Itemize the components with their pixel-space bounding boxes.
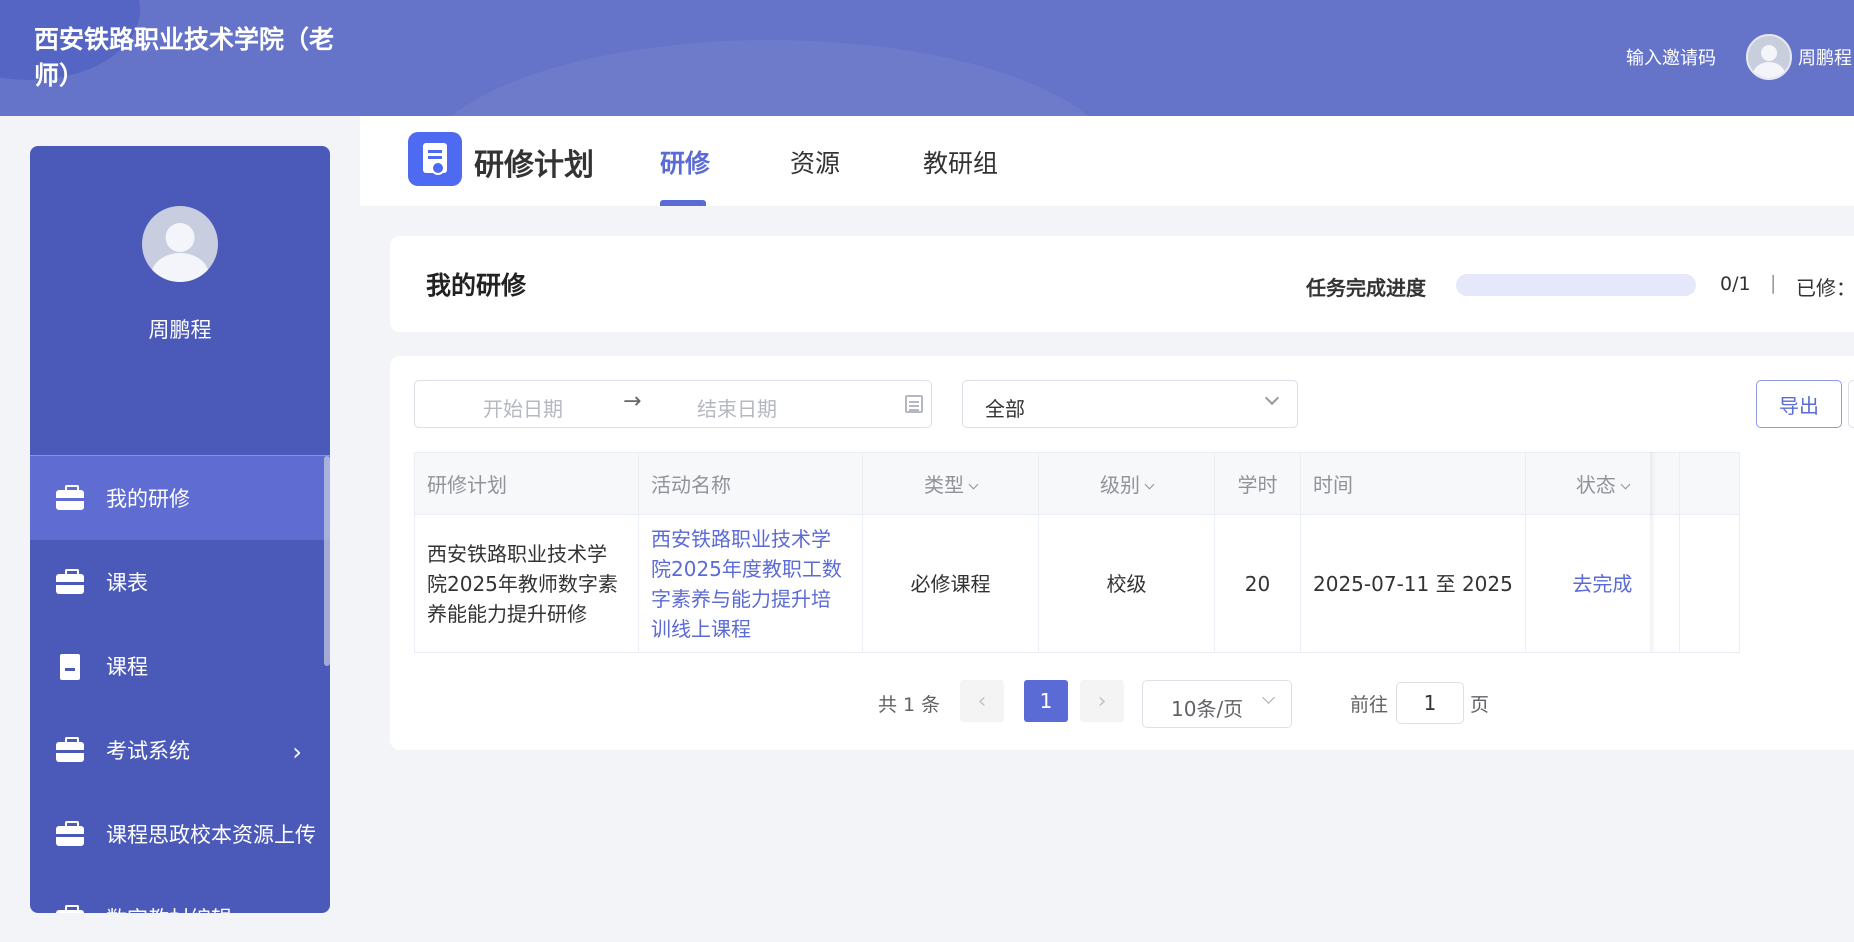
page-title: 研修计划 [474,148,594,183]
active-tab-indicator [660,200,706,206]
sidebar-item-label: 课程思政校本资源上传 [106,823,316,847]
column-header-status[interactable]: 状态 [1524,452,1680,515]
school-title: 西安铁路职业技术学院（老师） [34,25,335,90]
chevron-right-icon: › [292,738,302,766]
sidebar-item-textbook-edit[interactable]: 数字教材编辑 [30,876,330,913]
my-training-summary: 我的研修 任务完成进度 0/1 | 已修： [390,236,1854,332]
bookmark-icon [56,654,84,680]
cell-level: 校级 [1038,514,1215,653]
cell-plan: 西安铁路职业技术学院2025年教师数字素养能能力提升研修 [414,514,639,653]
type-filter-select[interactable]: 全部 [962,380,1298,428]
sidebar-item-label: 数字教材编辑 [106,903,232,913]
briefcase-icon [56,569,84,594]
sidebar-item-label: 课表 [106,571,148,595]
task-progress-bar [1456,274,1696,296]
sort-chevron-icon [968,479,979,490]
column-header-hours: 学时 [1214,452,1301,515]
page-suffix: 页 [1470,694,1490,716]
calendar-icon [905,395,923,413]
go-complete-link[interactable]: 去完成 [1524,514,1680,653]
progress-value: 0/1 [1720,273,1751,295]
sort-chevron-icon [1144,479,1155,490]
column-header-plan: 研修计划 [414,452,639,515]
profile-name: 周鹏程 [148,318,212,342]
briefcase-icon [56,905,84,913]
column-header-time: 时间 [1300,452,1526,515]
cell-type: 必修课程 [862,514,1039,653]
column-header-label: 状态 [1575,473,1616,497]
end-date-input[interactable]: 结束日期 [697,393,777,422]
tab-research-group[interactable]: 教研组 [923,144,998,180]
pagination-total: 共 1 条 [878,694,941,716]
tab-training[interactable]: 研修 [660,144,710,180]
sidebar-item-exam-system[interactable]: 考试系统 › [30,708,330,792]
header-username[interactable]: 周鹏程 [1798,44,1852,70]
training-plan-icon [408,132,462,186]
sidebar-item-label: 考试系统 [106,739,190,763]
top-header: 西安铁路职业技术学院（老师） 输入邀请码 周鹏程 [0,0,1854,116]
export-button[interactable]: 导出 [1756,380,1842,428]
section-title: 我的研修 [426,271,527,300]
invite-code-link[interactable]: 输入邀请码 [1626,44,1716,70]
training-table: 研修计划 活动名称 类型 级别 学时 时间 状态 西安铁路职业技术学院2025年… [414,452,1740,653]
column-header-label: 级别 [1100,473,1140,497]
cell-time: 2025-07-11 至 2025 [1300,514,1526,653]
chevron-down-icon [1262,691,1275,704]
prev-page-button[interactable]: ‹ [960,680,1004,722]
progress-label: 任务完成进度 [1306,276,1426,300]
date-range-picker[interactable]: 开始日期 → 结束日期 [414,380,932,428]
sidebar-item-resource-upload[interactable]: 课程思政校本资源上传 [30,792,330,876]
briefcase-icon [56,485,84,510]
column-header-level[interactable]: 级别 [1038,452,1215,515]
header-avatar[interactable] [1746,34,1792,80]
fixed-column-shadow [1650,452,1656,652]
column-header-label: 类型 [924,473,964,497]
user-avatar-icon [142,206,218,282]
user-avatar-icon [1748,36,1790,78]
sidebar-profile: 周鹏程 [30,146,330,456]
table-row: 西安铁路职业技术学院2025年教师数字素养能能力提升研修 西安铁路职业技术学院2… [414,514,1740,653]
header-decoration [420,40,1120,116]
tab-bar: 研修计划 研修 资源 教研组 [360,116,1854,206]
studied-label: 已修： [1796,276,1854,300]
chevron-down-icon [1264,390,1280,406]
table-header-row: 研修计划 活动名称 类型 级别 学时 时间 状态 [414,452,1740,515]
sidebar-item-my-training[interactable]: 我的研修 [30,456,330,540]
sidebar-item-schedule[interactable]: 课表 [30,540,330,624]
activity-link[interactable]: 西安铁路职业技术学院2025年度教职工数字素养与能力提升培训线上课程 [638,514,863,653]
sidebar-item-label: 课程 [106,655,148,679]
cell-hours: 20 [1214,514,1301,653]
divider: | [1770,272,1777,294]
column-header-extra [1678,452,1740,515]
page-size-value: 10条/页 [1171,697,1244,721]
next-page-button[interactable]: › [1080,680,1124,722]
start-date-input[interactable]: 开始日期 [483,393,563,422]
sidebar-scrollbar[interactable] [324,456,330,666]
page-number-1[interactable]: 1 [1024,680,1068,722]
briefcase-icon [56,737,84,762]
goto-label: 前往 [1350,694,1389,716]
sort-chevron-icon [1620,479,1631,490]
cell-extra [1678,514,1740,653]
briefcase-icon [56,821,84,846]
range-arrow-icon: → [623,389,642,414]
more-button[interactable] [1848,380,1854,428]
training-list-card: 开始日期 → 结束日期 全部 导出 研修计划 活动名称 类型 级别 学时 时间 … [390,356,1854,750]
goto-page-input[interactable] [1396,682,1464,724]
tab-resources[interactable]: 资源 [790,144,840,180]
profile-avatar [142,206,218,282]
column-header-activity: 活动名称 [638,452,863,515]
column-header-type[interactable]: 类型 [862,452,1039,515]
sidebar-item-courses[interactable]: 课程 [30,624,330,708]
sidebar-item-label: 我的研修 [106,487,190,511]
select-value: 全部 [985,397,1025,421]
page-size-select[interactable]: 10条/页 [1142,680,1292,728]
sidebar: 周鹏程 我的研修 课表 课程 考试系统 › 课程思政校本资源上传 数字教材编辑 [30,146,330,913]
